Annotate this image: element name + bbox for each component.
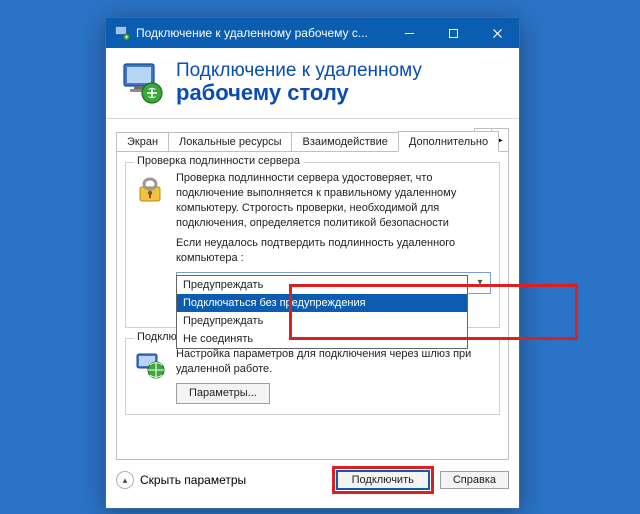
rdp-header-icon: [120, 60, 166, 106]
tab-experience[interactable]: Взаимодействие: [291, 132, 398, 152]
header-line2: рабочему столу: [176, 81, 422, 104]
globe-monitor-icon: [134, 347, 168, 404]
help-button[interactable]: Справка: [440, 471, 509, 489]
annotation-highlight-connect: Подключить: [332, 466, 434, 494]
titlebar: Подключение к удаленному рабочему с...: [106, 18, 519, 48]
close-button[interactable]: [475, 18, 519, 48]
dd-item-dont[interactable]: Не соединять: [177, 330, 467, 348]
connect-button[interactable]: Подключить: [336, 470, 430, 490]
tab-display[interactable]: Экран: [116, 132, 169, 152]
dd-item-warn1[interactable]: Предупреждать: [177, 276, 467, 294]
group-server-auth-legend: Проверка подлинности сервера: [134, 155, 303, 167]
dd-item-no-warn[interactable]: Подключаться без предупреждения: [177, 294, 467, 312]
window-controls: [387, 18, 519, 48]
rdp-app-icon: [114, 25, 130, 41]
dd-item-warn2[interactable]: Предупреждать: [177, 312, 467, 330]
group-server-auth: Проверка подлинности сервера Проверка по…: [125, 162, 500, 328]
auth-mode-dropdown[interactable]: Предупреждать Подключаться без предупреж…: [176, 275, 468, 349]
chevron-up-icon[interactable]: ▴: [116, 471, 134, 489]
toggle-options-link[interactable]: Скрыть параметры: [140, 473, 246, 487]
gateway-desc: Настройка параметров для подключения чер…: [176, 347, 491, 377]
group-gateway: Подключение из любого места Настройка па…: [125, 338, 500, 415]
maximize-button[interactable]: [431, 18, 475, 48]
window-title: Подключение к удаленному рабочему с...: [136, 26, 387, 40]
tab-panel-advanced: Проверка подлинности сервера Проверка по…: [116, 151, 509, 460]
header-line1: Подключение к удаленному: [176, 61, 422, 81]
gateway-settings-button[interactable]: Параметры...: [176, 383, 270, 404]
minimize-button[interactable]: [387, 18, 431, 48]
server-auth-desc: Проверка подлинности сервера удостоверяе…: [176, 171, 491, 230]
tab-local[interactable]: Локальные ресурсы: [168, 132, 292, 152]
tab-strip: Экран Локальные ресурсы Взаимодействие Д…: [116, 127, 509, 151]
header-text: Подключение к удаленному рабочему столу: [176, 61, 422, 104]
rdp-dialog: Подключение к удаленному рабочему с...: [105, 17, 520, 509]
lock-icon: [134, 171, 168, 294]
dialog-bottom-bar: ▴ Скрыть параметры Подключить Справка: [116, 466, 509, 494]
chevron-down-icon: ▾: [472, 275, 488, 291]
tab-advanced[interactable]: Дополнительно: [398, 131, 499, 152]
server-auth-prompt: Если неудалось подтвердить подлинность у…: [176, 236, 491, 266]
dialog-header: Подключение к удаленному рабочему столу: [106, 48, 519, 119]
